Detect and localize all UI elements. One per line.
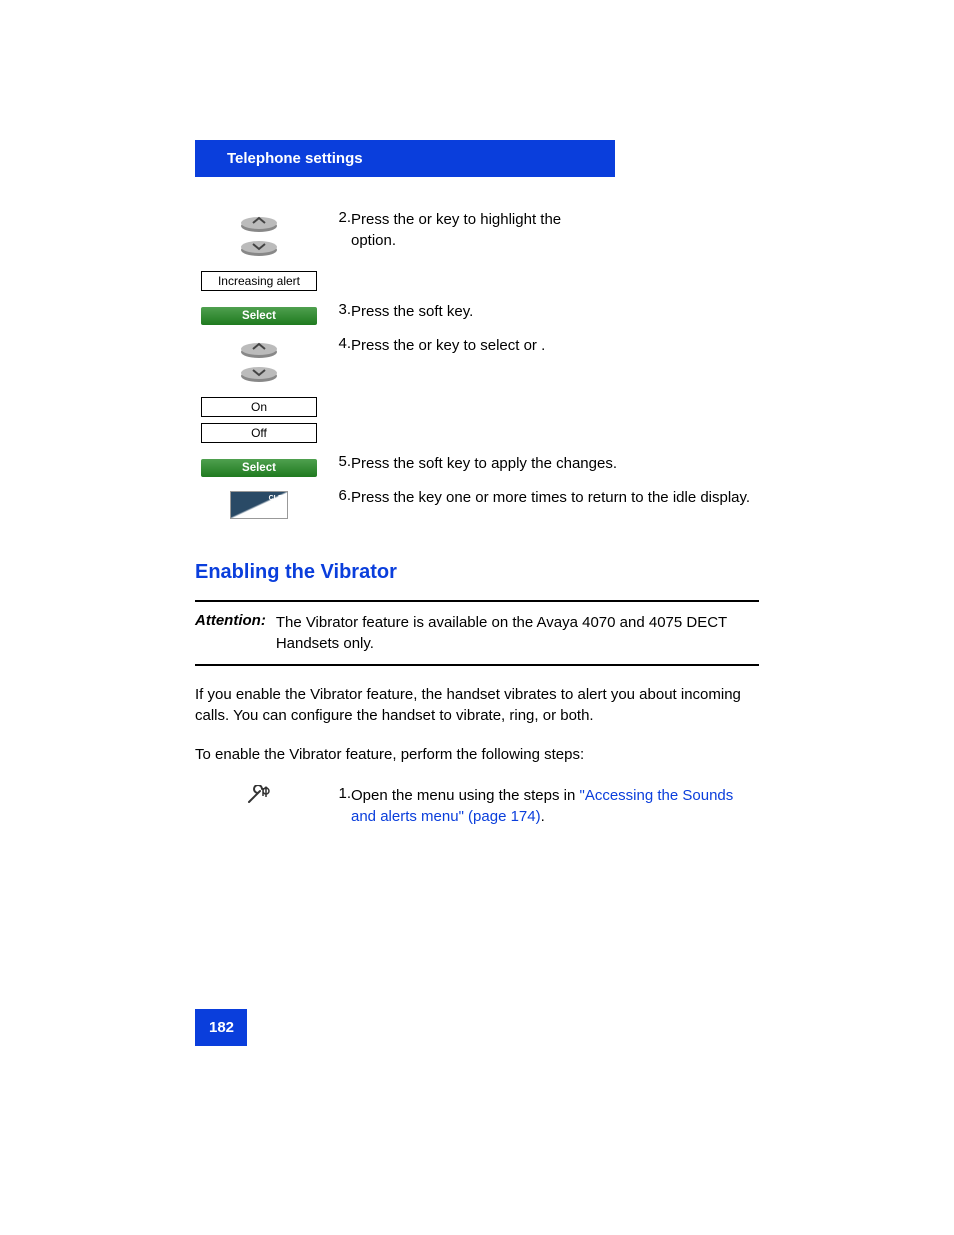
step-text: Press the or key to highlight the option… <box>351 207 759 259</box>
select-softkey: Select <box>201 459 317 477</box>
text-fragment: . <box>541 337 545 354</box>
vibrator-steps-table: 1. Open the menu using the steps in "Acc… <box>195 783 759 829</box>
down-key-icon <box>239 363 279 383</box>
text-fragment: Press the <box>351 337 419 354</box>
on-option: On <box>201 397 317 417</box>
increasing-alert-option: Increasing alert <box>201 271 317 291</box>
text-fragment: soft key to apply the changes. <box>419 455 617 472</box>
off-option: Off <box>201 423 317 443</box>
step-text: Press the or key to select or . <box>351 333 759 381</box>
page-header: Telephone settings <box>195 140 615 177</box>
text-fragment: Open the <box>351 787 417 804</box>
step-text: Press the soft key. <box>351 299 759 333</box>
step-text: Press the soft key to apply the changes. <box>351 451 759 485</box>
step-text: Press the key one or more times to retur… <box>351 485 759 525</box>
step-number: 2. <box>323 207 351 259</box>
step-number: 1. <box>323 783 351 829</box>
step-number: 4. <box>323 333 351 381</box>
text-fragment: Press the <box>351 455 419 472</box>
step-text: Open the menu using the steps in "Access… <box>351 783 759 829</box>
text-fragment: or <box>524 337 542 354</box>
down-key-icon <box>239 237 279 257</box>
attention-label: Attention: <box>195 612 276 654</box>
text-fragment: key to highlight the <box>436 211 561 228</box>
body-paragraph: If you enable the Vibrator feature, the … <box>195 684 759 726</box>
text-fragment: . <box>541 808 545 825</box>
step-number: 5. <box>323 451 351 485</box>
body-paragraph: To enable the Vibrator feature, perform … <box>195 744 759 765</box>
text-fragment: or <box>419 337 437 354</box>
text-fragment: menu using the steps in <box>417 787 580 804</box>
select-softkey: Select <box>201 307 317 325</box>
steps-table: 2. Press the or key to highlight the opt… <box>195 207 759 525</box>
up-key-icon <box>239 213 279 233</box>
section-heading: Enabling the Vibrator <box>195 561 759 584</box>
up-key-icon <box>239 339 279 359</box>
attention-text: The Vibrator feature is available on the… <box>276 612 759 654</box>
page-number: 182 <box>195 1009 247 1046</box>
text-fragment: Press the <box>351 211 419 228</box>
text-fragment: key to select <box>436 337 524 354</box>
step-number: 3. <box>323 299 351 333</box>
wrench-note-icon <box>246 785 272 805</box>
text-fragment: soft key. <box>419 303 474 320</box>
text-fragment: option. <box>351 232 396 249</box>
clr-key-icon: CLR⌫ <box>230 491 288 519</box>
text-fragment: Press the <box>351 489 419 506</box>
text-fragment: key one or more times to return to the i… <box>419 489 751 506</box>
text-fragment: or <box>419 211 437 228</box>
text-fragment: Press the <box>351 303 419 320</box>
attention-block: Attention: The Vibrator feature is avail… <box>195 600 759 666</box>
step-number: 6. <box>323 485 351 525</box>
